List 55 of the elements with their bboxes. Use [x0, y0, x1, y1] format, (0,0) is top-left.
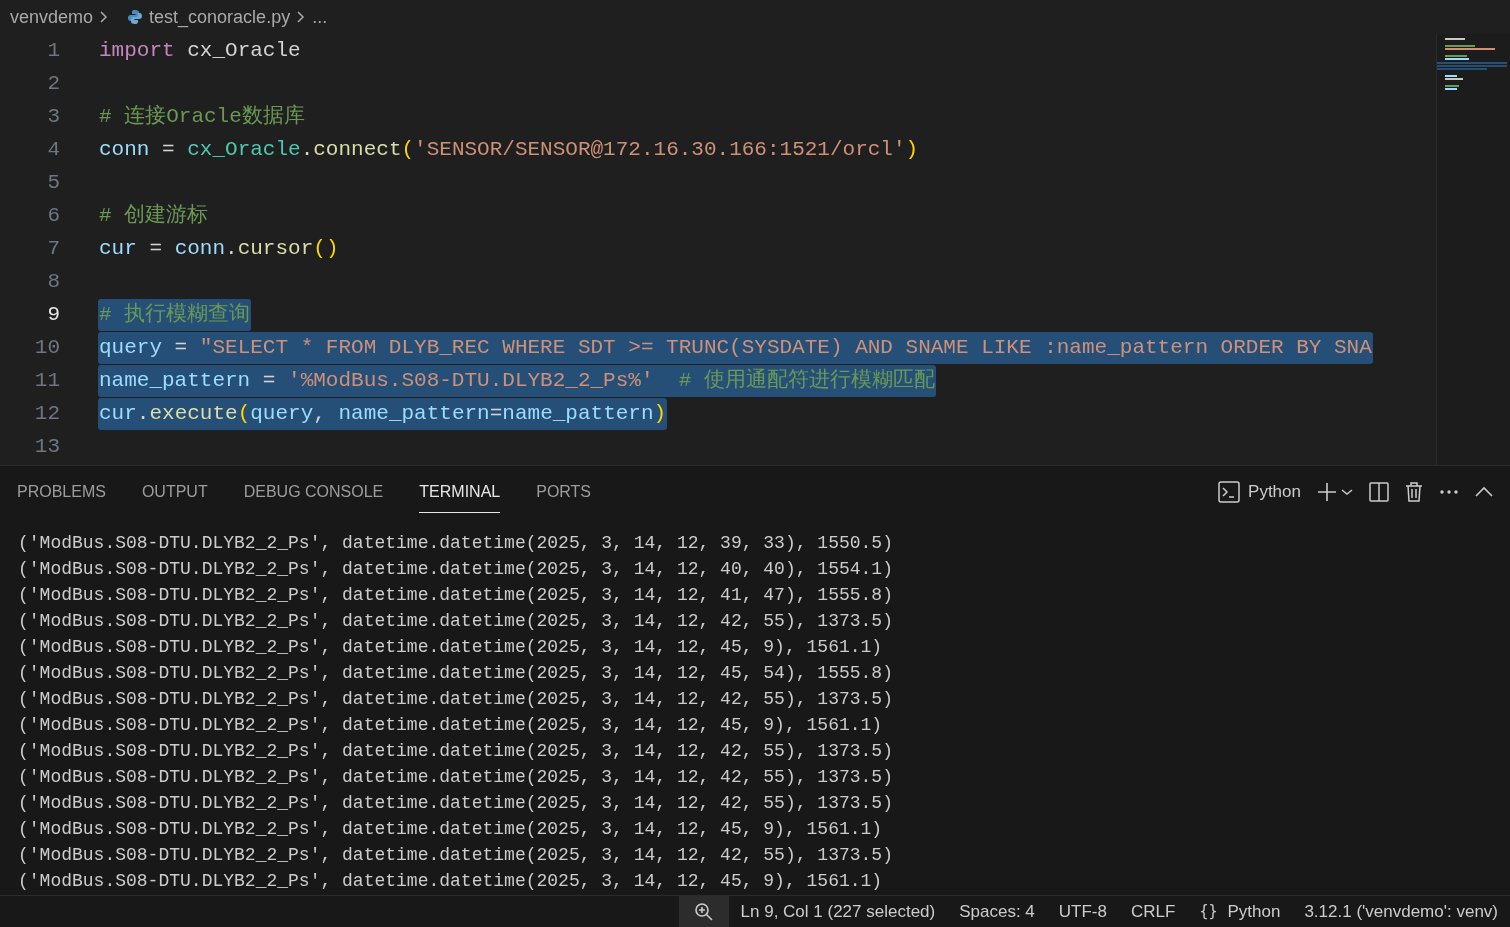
line-number: 2	[46, 70, 60, 97]
breadcrumb-file[interactable]: test_conoracle.py	[149, 3, 291, 31]
terminal-line: ('ModBus.S08-DTU.DLYB2_2_Ps', datetime.datetime(2025, 3, 14, 12, 45, 9), 1561.1)	[18, 818, 884, 841]
status-item[interactable]: Spaces: 4	[947, 898, 1047, 925]
terminal-line: ('ModBus.S08-DTU.DLYB2_2_Ps', datetime.datetime(2025, 3, 14, 12, 45, 9), 1561.1)	[18, 714, 884, 737]
line-number: 12	[33, 400, 60, 427]
terminal-line: ('ModBus.S08-DTU.DLYB2_2_Ps', datetime.datetime(2025, 3, 14, 12, 42, 55), 1373.5)	[18, 688, 894, 711]
status-item[interactable]: UTF-8	[1046, 898, 1119, 925]
terminal-line: ('ModBus.S08-DTU.DLYB2_2_Ps', datetime.datetime(2025, 3, 14, 12, 42, 55), 1373.5)	[18, 740, 894, 763]
terminal-line: ('ModBus.S08-DTU.DLYB2_2_Ps', datetime.datetime(2025, 3, 14, 12, 45, 9), 1561.1)	[18, 636, 884, 659]
terminal-line: ('ModBus.S08-DTU.DLYB2_2_Ps', datetime.datetime(2025, 3, 14, 12, 42, 55), 1373.5)	[18, 792, 894, 815]
panel-tab[interactable]: PORTS	[536, 471, 592, 513]
terminal-line: ('ModBus.S08-DTU.DLYB2_2_Ps', datetime.datetime(2025, 3, 14, 12, 39, 33), 1550.5)	[18, 532, 894, 555]
trash-icon[interactable]	[1405, 482, 1423, 502]
line-number: 5	[46, 169, 60, 196]
terminal-line: ('ModBus.S08-DTU.DLYB2_2_Ps', datetime.datetime(2025, 3, 14, 12, 41, 47), 1555.8)	[18, 584, 894, 607]
status-item[interactable]: Ln 9, Col 1 (227 selected)	[728, 898, 948, 925]
terminal-line: ('ModBus.S08-DTU.DLYB2_2_Ps', datetime.datetime(2025, 3, 14, 12, 45, 9), 1561.1)	[18, 870, 884, 893]
line-number: 3	[46, 103, 60, 130]
zoom-in-icon	[693, 901, 714, 922]
line-number: 11	[33, 367, 60, 394]
line-number: 10	[33, 334, 60, 361]
line-number: 13	[33, 433, 60, 460]
breadcrumb-more[interactable]: ...	[312, 3, 328, 31]
terminal-line: ('ModBus.S08-DTU.DLYB2_2_Ps', datetime.datetime(2025, 3, 14, 12, 42, 55), 1373.5)	[18, 610, 894, 633]
split-icon[interactable]	[1369, 482, 1389, 502]
line-number: 9	[46, 301, 60, 328]
line-number: 4	[46, 136, 60, 163]
terminal-line: ('ModBus.S08-DTU.DLYB2_2_Ps', datetime.datetime(2025, 3, 14, 12, 45, 54), 1555.8)	[18, 662, 894, 685]
terminal-name[interactable]: Python	[1248, 479, 1301, 505]
terminal-line: ('ModBus.S08-DTU.DLYB2_2_Ps', datetime.datetime(2025, 3, 14, 12, 42, 55), 1373.5)	[18, 844, 894, 867]
status-item[interactable]: 3.12.1 ('venvdemo': venv)	[1292, 898, 1510, 925]
line-number: 1	[46, 37, 60, 64]
panel-tab[interactable]: PROBLEMS	[17, 471, 106, 513]
chevron-icon	[99, 10, 110, 24]
braces-icon: {}	[1199, 900, 1218, 923]
panel-tab[interactable]: OUTPUT	[141, 471, 208, 513]
zoom-status[interactable]	[678, 896, 729, 927]
chevron-down-icon[interactable]	[1341, 487, 1353, 497]
terminal-line: ('ModBus.S08-DTU.DLYB2_2_Ps', datetime.datetime(2025, 3, 14, 12, 40, 40), 1554.1)	[18, 558, 894, 581]
python-icon	[127, 9, 144, 25]
terminal-icon	[1218, 481, 1241, 503]
chevron-up-icon[interactable]	[1475, 486, 1493, 498]
breadcrumb-folder[interactable]: venvdemo	[10, 3, 94, 31]
status-item[interactable]: CRLF	[1119, 898, 1188, 925]
terminal-line: ('ModBus.S08-DTU.DLYB2_2_Ps', datetime.datetime(2025, 3, 14, 12, 42, 55), 1373.5)	[18, 766, 894, 789]
chevron-icon	[296, 10, 307, 24]
more-icon[interactable]	[1439, 489, 1459, 495]
status-item[interactable]: Python	[1227, 898, 1281, 925]
line-number: 8	[46, 268, 60, 295]
line-number: 6	[46, 202, 60, 229]
panel-tab[interactable]: DEBUG CONSOLE	[243, 471, 384, 513]
plus-icon[interactable]	[1317, 482, 1337, 502]
panel-tab[interactable]: TERMINAL	[419, 471, 501, 513]
line-number: 7	[46, 235, 60, 262]
